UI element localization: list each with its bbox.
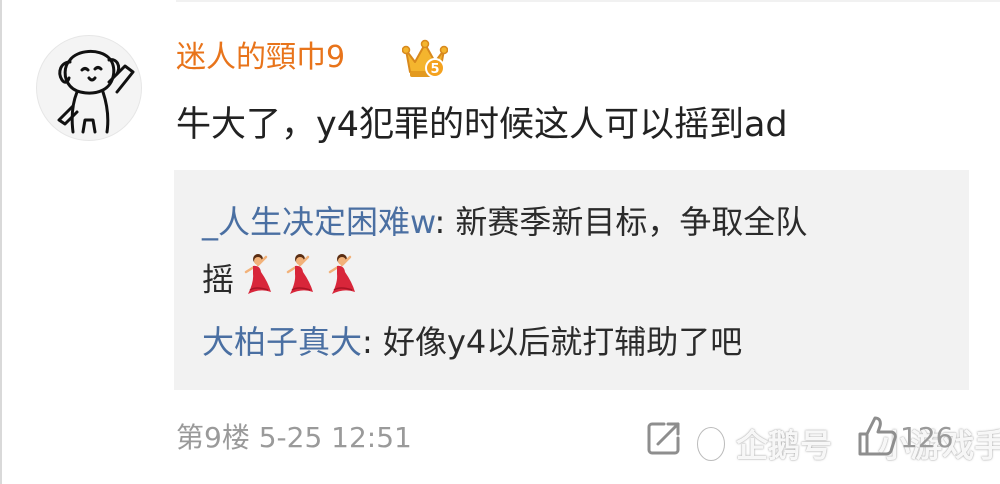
like-count: 126: [900, 421, 954, 454]
reply-author[interactable]: _人生决定困难w: [202, 203, 434, 241]
share-icon[interactable]: [644, 418, 684, 458]
thumbs-up-icon[interactable]: [856, 412, 898, 458]
reply-text: 好像y4以后就打辅助了吧: [382, 323, 743, 361]
reply-item-continued: 摇: [202, 252, 364, 311]
dancer-emoji-icon: [286, 254, 314, 294]
reply-separator: :: [362, 323, 383, 361]
reply-text: 摇: [202, 260, 235, 299]
crown-badge-icon[interactable]: 5: [402, 38, 448, 82]
reply-text: 新赛季新目标，争取全队: [455, 203, 808, 241]
comment-username[interactable]: 迷人的頸巾9: [176, 36, 345, 80]
reply-author[interactable]: 大柏子真大: [202, 323, 362, 361]
dancer-emoji-icon: [244, 254, 272, 294]
replies-box[interactable]: _人生决定困难w: 新赛季新目标，争取全队 摇 大柏子真大: 好像y4以后就打辅…: [174, 170, 969, 390]
watermark-source: 企鹅号: [736, 426, 833, 465]
comment-text: 牛大了，y4犯罪的时候这人可以摇到ad: [176, 105, 788, 145]
comment-time: 5-25 12:51: [258, 421, 412, 454]
dancer-emojis: [238, 252, 364, 311]
crown-badge-number: 5: [430, 62, 439, 77]
watermark: 企鹅号 小游戏手: [694, 424, 1000, 471]
penguin-logo-icon: [694, 424, 728, 471]
left-edge-divider: [0, 0, 2, 484]
floor-number: 第9楼: [176, 421, 250, 454]
avatar-drawing-icon: [57, 50, 135, 134]
top-divider: [176, 0, 1000, 2]
reply-separator: :: [434, 203, 456, 241]
reply-item[interactable]: 大柏子真大: 好像y4以后就打辅助了吧: [202, 316, 742, 368]
comment-meta: 第9楼 5-25 12:51: [176, 418, 412, 458]
reply-item[interactable]: _人生决定困难w: 新赛季新目标，争取全队: [202, 196, 807, 248]
avatar[interactable]: [36, 35, 142, 141]
dancer-emoji-icon: [328, 254, 356, 294]
